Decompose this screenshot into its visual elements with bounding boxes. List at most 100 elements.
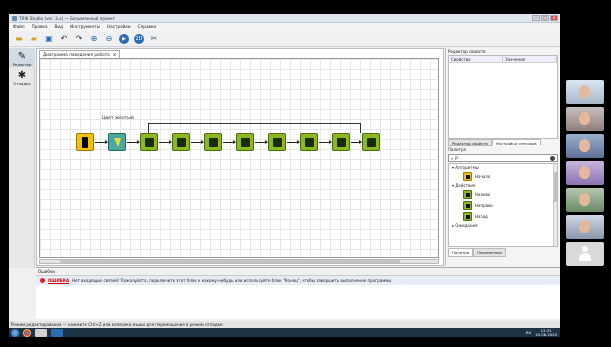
condition-block[interactable] bbox=[108, 133, 126, 151]
participant-video[interactable] bbox=[566, 188, 604, 212]
trik-studio-taskbar-icon[interactable] bbox=[51, 328, 63, 337]
mode-editor[interactable]: ✎ Редактор bbox=[9, 48, 35, 67]
start-block[interactable] bbox=[76, 133, 94, 151]
tab-variables[interactable]: Переменные bbox=[473, 248, 507, 257]
search-icon: ⌕ bbox=[451, 155, 454, 161]
zoom-in-icon[interactable]: ⊕ bbox=[88, 33, 100, 45]
diagram-canvas[interactable]: Цвет желтый bbox=[39, 58, 439, 258]
loop-connector bbox=[148, 123, 360, 124]
save-icon[interactable]: ▣ bbox=[43, 33, 55, 45]
bug-icon: ✱ bbox=[17, 70, 27, 81]
link-arrow[interactable] bbox=[255, 140, 268, 144]
right-panel: Редактор свойств Свойство Значение Редак… bbox=[445, 48, 560, 266]
palette-search[interactable]: ⌕ bbox=[448, 154, 558, 162]
menu-edit[interactable]: Правка bbox=[32, 23, 48, 31]
scrollbar-thumb[interactable] bbox=[60, 260, 400, 263]
action-block[interactable] bbox=[362, 133, 380, 151]
language-indicator[interactable]: RU bbox=[526, 330, 531, 335]
category-waits[interactable]: ▸ Ожидания bbox=[449, 222, 557, 229]
tab-palette[interactable]: Палитра bbox=[448, 248, 474, 257]
action-block[interactable] bbox=[172, 133, 190, 151]
link-arrow[interactable] bbox=[127, 140, 140, 144]
clear-search-icon[interactable] bbox=[550, 156, 555, 161]
app-taskbar-icon[interactable] bbox=[35, 328, 47, 337]
tools-icon[interactable]: ✂ bbox=[148, 33, 160, 45]
properties-table: Свойство Значение bbox=[448, 55, 558, 139]
redo-icon[interactable]: ↷ bbox=[73, 33, 85, 45]
palette-item-right[interactable]: Направо bbox=[449, 200, 557, 211]
status-bar: Режим редактирования — нажмите Ctrl+Z ил… bbox=[9, 321, 560, 328]
error-type: ОШИБКА bbox=[48, 278, 70, 283]
menu-file[interactable]: Файл bbox=[13, 23, 25, 31]
right-block-icon bbox=[463, 201, 472, 210]
errors-panel: Ошибки ОШИБКА Нет входящих связей! Пожал… bbox=[36, 267, 560, 319]
action-block[interactable] bbox=[268, 133, 286, 151]
action-block[interactable] bbox=[204, 133, 222, 151]
category-actions[interactable]: ▾ Действия bbox=[449, 182, 557, 189]
condition-label: Цвет желтый bbox=[102, 116, 134, 121]
run-icon[interactable]: ▶ bbox=[118, 33, 130, 45]
participant-avatar-placeholder[interactable] bbox=[566, 242, 604, 266]
palette-scrollbar[interactable] bbox=[553, 164, 557, 246]
app-window: TRIK Studio (ver. 3.x) — Безымянный прое… bbox=[9, 14, 560, 337]
action-block[interactable] bbox=[236, 133, 254, 151]
clock[interactable]: 13:31 10.08.2020 bbox=[535, 328, 557, 337]
connect-robot-icon[interactable]: 2D bbox=[133, 33, 145, 45]
participant-video[interactable] bbox=[566, 215, 604, 239]
chrome-icon[interactable] bbox=[23, 328, 31, 337]
open-folder-icon[interactable]: ▰ bbox=[28, 33, 40, 45]
left-block-icon bbox=[463, 190, 472, 199]
scrollbar-thumb[interactable] bbox=[554, 172, 557, 202]
link-arrow[interactable] bbox=[351, 140, 362, 144]
video-participants bbox=[566, 80, 606, 270]
error-row[interactable]: ОШИБКА Нет входящих связей! Пожалуйста, … bbox=[36, 276, 560, 285]
menu-help[interactable]: Справка bbox=[138, 23, 156, 31]
palette-item-left[interactable]: Налево bbox=[449, 189, 557, 200]
palette-search-input[interactable] bbox=[455, 155, 536, 161]
link-arrow[interactable] bbox=[287, 140, 300, 144]
menu-tools[interactable]: Инструменты bbox=[70, 23, 100, 31]
properties-header: Свойство Значение bbox=[449, 56, 557, 63]
clock-date: 10.08.2020 bbox=[535, 331, 557, 337]
mode-debug[interactable]: ✱ Отладка bbox=[9, 67, 35, 86]
menu-settings[interactable]: Настройки bbox=[107, 23, 131, 31]
loop-connector-left bbox=[148, 123, 149, 133]
maximize-icon[interactable]: □ bbox=[541, 15, 549, 21]
menu-view[interactable]: Вид bbox=[55, 23, 64, 31]
toolbar: ▬ ▰ ▣ ↶ ↷ ⊕ ⊖ ▶ 2D ✂ bbox=[9, 31, 560, 47]
properties-tabs: Редактор свойств Настройки сенсоров bbox=[448, 139, 558, 146]
system-tray: RU 13:31 10.08.2020 bbox=[526, 328, 557, 337]
start-block-icon bbox=[463, 172, 472, 181]
tab-sensors[interactable]: Настройки сенсоров bbox=[491, 139, 541, 146]
close-tab-icon[interactable]: × bbox=[113, 51, 117, 58]
tab-properties[interactable]: Редактор свойств bbox=[448, 139, 492, 146]
start-button-icon[interactable] bbox=[11, 328, 19, 337]
palette-tree: ▾ Алгоритмы Начало ▾ Действия Налево Нап… bbox=[448, 163, 558, 247]
participant-video[interactable] bbox=[566, 134, 604, 158]
minimize-icon[interactable]: – bbox=[532, 15, 540, 21]
palette-title: Палитра bbox=[448, 147, 466, 152]
link-arrow[interactable] bbox=[319, 140, 332, 144]
window-controls: – □ × bbox=[532, 15, 558, 21]
link-arrow[interactable] bbox=[223, 140, 236, 144]
participant-video[interactable] bbox=[566, 161, 604, 185]
palette-item-back[interactable]: Назад bbox=[449, 211, 557, 222]
undo-icon[interactable]: ↶ bbox=[58, 33, 70, 45]
link-arrow[interactable] bbox=[95, 140, 108, 144]
horizontal-scrollbar[interactable] bbox=[39, 259, 439, 264]
close-icon[interactable]: × bbox=[550, 15, 558, 21]
participant-video[interactable] bbox=[566, 107, 604, 131]
category-algorithms[interactable]: ▾ Алгоритмы bbox=[449, 164, 557, 171]
diagram-tab[interactable]: Диаграмма поведения робота × bbox=[39, 50, 121, 58]
action-block[interactable] bbox=[140, 133, 158, 151]
action-block[interactable] bbox=[332, 133, 350, 151]
link-arrow[interactable] bbox=[191, 140, 204, 144]
link-arrow[interactable] bbox=[159, 140, 172, 144]
window-title: TRIK Studio (ver. 3.x) — Безымянный прое… bbox=[19, 16, 116, 21]
zoom-out-icon[interactable]: ⊖ bbox=[103, 33, 115, 45]
menu-bar: Файл Правка Вид Инструменты Настройки Сп… bbox=[9, 23, 560, 31]
participant-video[interactable] bbox=[566, 80, 604, 104]
new-project-icon[interactable]: ▬ bbox=[13, 33, 25, 45]
action-block[interactable] bbox=[300, 133, 318, 151]
palette-item-start[interactable]: Начало bbox=[449, 171, 557, 182]
